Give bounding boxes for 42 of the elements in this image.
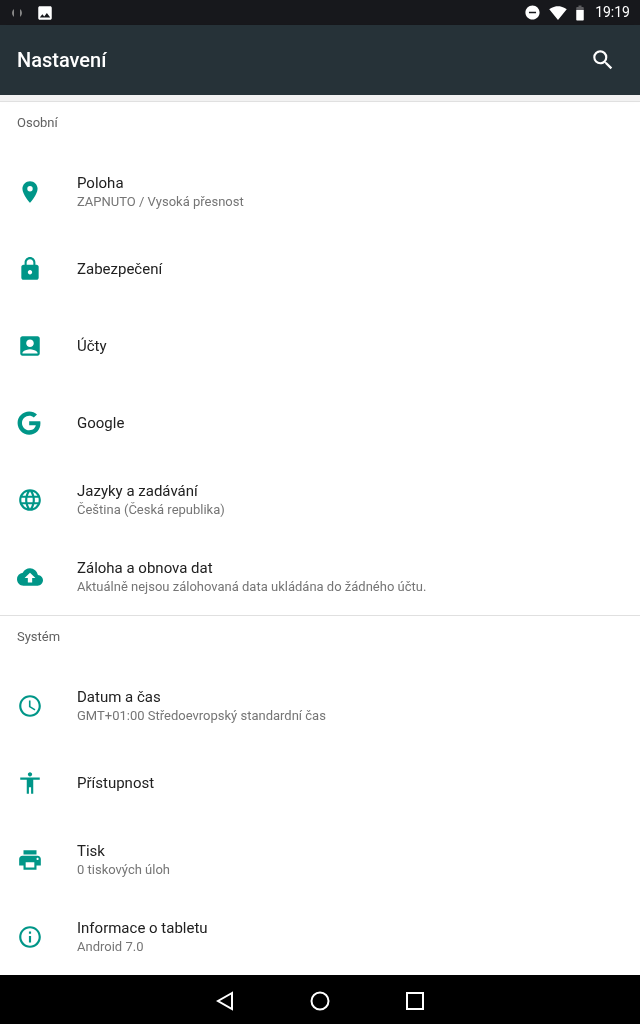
settings-item[interactable]: Přístupnost [0, 744, 640, 821]
item-subtitle: 0 tiskových úloh [77, 860, 171, 879]
item-title: Informace o tabletu [77, 917, 208, 938]
nfc-icon [10, 7, 24, 18]
recent-apps-button[interactable] [406, 992, 424, 1010]
g-logo-icon [17, 410, 41, 435]
clock-icon [17, 692, 43, 719]
item-subtitle: ZAPNUTO / Vysoká přesnost [77, 192, 244, 211]
settings-item[interactable]: Tisk 0 tiskových úloh [0, 821, 640, 898]
info-icon [17, 923, 43, 950]
wifi-icon [549, 3, 568, 22]
home-button[interactable] [310, 991, 330, 1011]
item-title: Tisk [77, 840, 106, 861]
settings-item[interactable]: Datum a čas GMT+01:00 Středoevropský standardní čas [0, 667, 640, 744]
item-title: Jazyky a zadávání [77, 480, 199, 501]
section-header: Osobní [17, 113, 58, 132]
item-title: Datum a čas [77, 686, 162, 707]
settings-item[interactable]: Google [0, 384, 640, 461]
item-subtitle: Čeština (Česká republika) [77, 500, 225, 519]
item-title: Přístupnost [77, 772, 155, 793]
settings-item[interactable]: Účty [0, 307, 640, 384]
do-not-disturb-icon [524, 4, 542, 21]
app-bar-title: Nastavení [17, 47, 108, 74]
settings-item[interactable]: Jazyky a zadávání Čeština (Česká republika) [0, 461, 640, 538]
image-icon [36, 3, 54, 22]
back-button[interactable] [216, 991, 234, 1011]
section-header: Systém [17, 627, 61, 646]
clock-time: 19:19 [595, 3, 630, 22]
item-title: Účty [77, 335, 107, 356]
settings-item[interactable]: Informace o tabletu Android 7.0 [0, 898, 640, 975]
settings-item[interactable]: Poloha ZAPNUTO / Vysoká přesnost [0, 153, 640, 230]
accessibility-icon [17, 769, 43, 796]
settings-item[interactable]: Záloha a obnova dat Aktuálně nejsou zálohovaná data ukládána do žádného účtu. [0, 538, 640, 615]
item-subtitle: Android 7.0 [77, 937, 145, 956]
item-title: Poloha [77, 172, 125, 193]
globe-icon [17, 486, 43, 513]
item-subtitle: Aktuálně nejsou zálohovaná data ukládána do žádného účtu. [77, 577, 427, 596]
settings-item[interactable]: Zabezpečení [0, 230, 640, 307]
item-title: Google [77, 412, 125, 433]
item-title: Zabezpečení [77, 258, 163, 279]
item-subtitle: GMT+01:00 Středoevropský standardní čas [77, 706, 326, 725]
item-title: Záloha a obnova dat [77, 557, 214, 578]
